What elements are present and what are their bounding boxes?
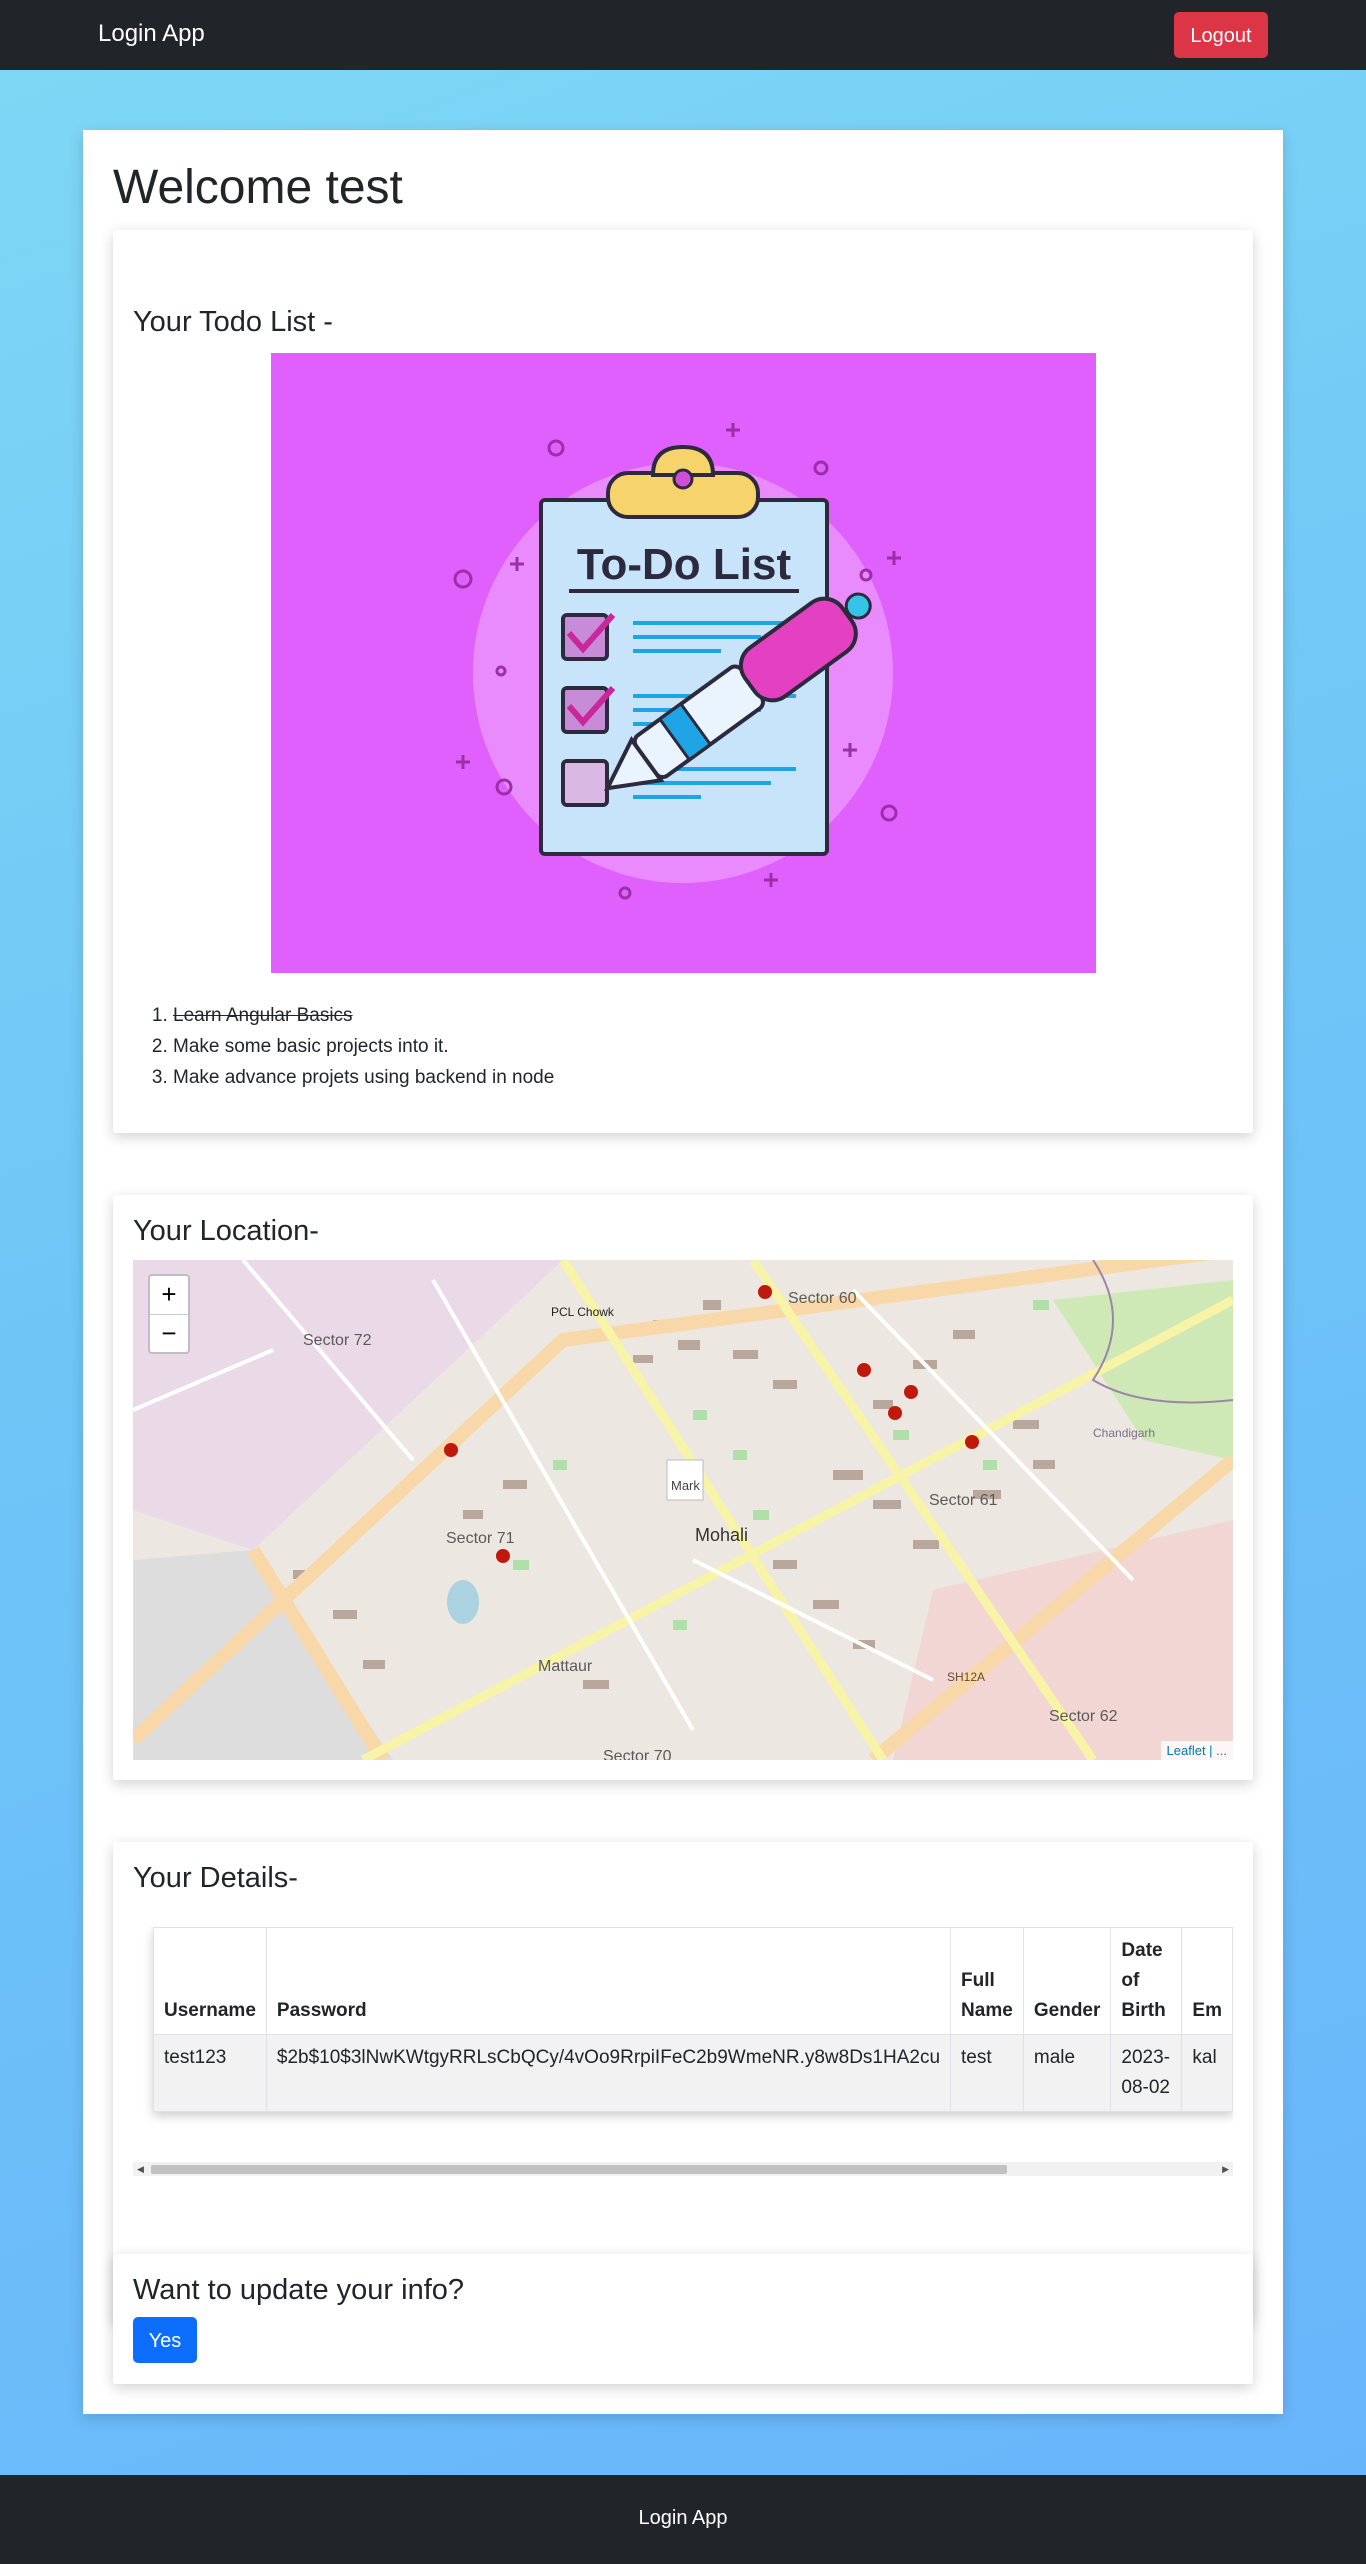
scroll-right-icon[interactable]: ▶ (1222, 2162, 1229, 2176)
todo-image-title: To-Do List (577, 540, 792, 589)
location-card: Your Location- Mark Sector 72 PCL Chowk … (113, 1195, 1253, 1780)
todo-heading: Your Todo List - (133, 306, 333, 338)
map-attribution[interactable]: Leaflet | ... (1160, 1741, 1233, 1760)
todo-illustration: To-Do List (271, 353, 1096, 973)
todo-item: Learn Angular Basics (173, 1000, 554, 1031)
map-label: Sector 60 (788, 1290, 857, 1307)
marker-alt[interactable]: Mark (671, 1478, 700, 1493)
page-title: Welcome test (113, 161, 403, 214)
table-cell: test123 (153, 2034, 267, 2112)
footer-text: Login App (638, 2507, 728, 2529)
location-heading: Your Location- (133, 1215, 319, 1247)
navbar-brand[interactable]: Login App (98, 20, 205, 48)
column-header: Password (265, 1927, 952, 2035)
map-label: SH12A (947, 1670, 986, 1684)
zoom-out-button[interactable]: − (150, 1314, 188, 1353)
map-label: Sector 62 (1049, 1708, 1118, 1725)
table-cell: 2023-08-02 (1110, 2034, 1183, 2112)
update-heading: Want to update your info? (133, 2274, 465, 2306)
map-zoom-control: + − (148, 1274, 190, 1354)
table-cell: $2b$10$3lNwKWtgyRRLsCbQCy/4vOo9RrpiIFeC2… (265, 2034, 952, 2112)
map-label: PCL Chowk (551, 1305, 614, 1319)
map-label: Sector 70 (603, 1748, 672, 1760)
todo-item: Make some basic projects into it. (173, 1031, 554, 1062)
column-header: Em (1181, 1927, 1233, 2035)
column-header: Full Name (950, 1927, 1024, 2035)
map-label: Mohali (695, 1525, 749, 1545)
column-header: Gender (1022, 1927, 1112, 2035)
main-container: Welcome test Your Todo List - To-Do List… (83, 130, 1283, 2414)
details-table-wrapper[interactable]: Username Password Full Name Gender Date … (133, 1927, 1233, 2177)
table-cell: test (950, 2034, 1024, 2112)
scrollbar-thumb[interactable] (151, 2165, 1007, 2174)
update-card: Want to update your info? Yes (113, 2254, 1253, 2384)
column-header: Username (153, 1927, 267, 2035)
logout-button[interactable]: Logout (1174, 12, 1268, 58)
todo-item: Make advance projets using backend in no… (173, 1062, 554, 1093)
map-label: Chandigarh (1093, 1426, 1156, 1440)
details-table: Username Password Full Name Gender Date … (153, 1927, 1233, 2112)
table-cell: male (1022, 2034, 1112, 2112)
table-header-row: Username Password Full Name Gender Date … (153, 1927, 1233, 2035)
details-heading: Your Details- (133, 1862, 298, 1894)
map-label: Sector 61 (929, 1492, 998, 1509)
horizontal-scrollbar[interactable]: ◀ ▶ (133, 2162, 1233, 2176)
zoom-in-button[interactable]: + (150, 1276, 188, 1314)
map-label: Sector 72 (303, 1332, 372, 1349)
map-label: Sector 71 (446, 1530, 515, 1547)
details-card: Your Details- Username Password Full Nam… (113, 1842, 1253, 2322)
map-label: Mattaur (538, 1658, 593, 1675)
table-cell: kal (1181, 2034, 1233, 2112)
column-header: Date of Birth (1110, 1927, 1183, 2035)
todo-list: Learn Angular Basics Make some basic pro… (133, 1000, 554, 1093)
todo-card: Your Todo List - To-Do List 1. Learn Ang… (113, 230, 1253, 1133)
footer: Login App (0, 2475, 1366, 2564)
table-row: test123 $2b$10$3lNwKWtgyRRLsCbQCy/4vOo9R… (153, 2034, 1233, 2112)
scroll-left-icon[interactable]: ◀ (137, 2162, 144, 2176)
navbar: Login App Logout (0, 0, 1366, 70)
yes-button[interactable]: Yes (133, 2317, 197, 2363)
map[interactable]: Mark Sector 72 PCL Chowk Sector 60 Secto… (133, 1260, 1233, 1760)
